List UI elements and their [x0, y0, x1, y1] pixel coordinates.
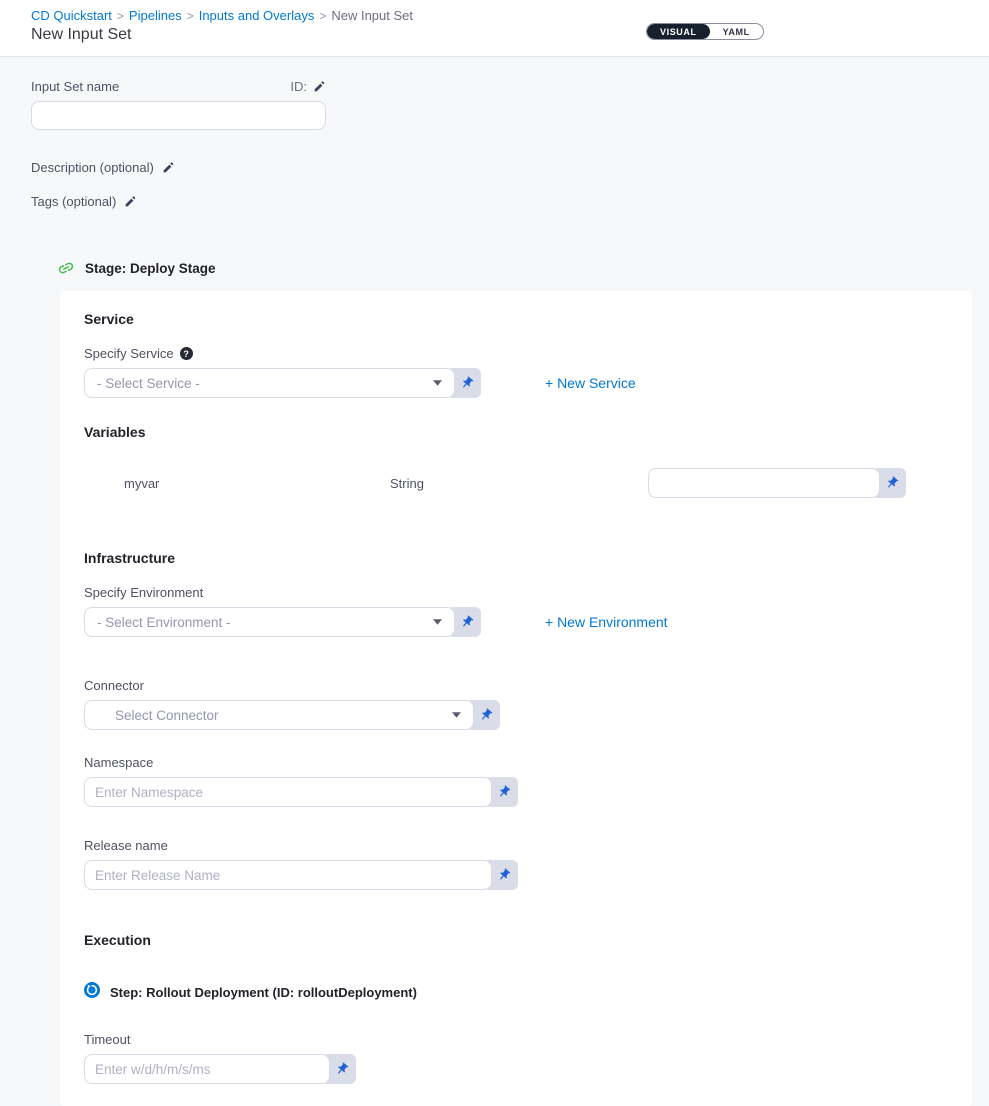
- infrastructure-heading: Infrastructure: [84, 550, 948, 566]
- specify-service-label-text: Specify Service: [84, 346, 174, 361]
- variable-value-input[interactable]: [648, 468, 880, 498]
- edit-description-icon[interactable]: [162, 161, 175, 174]
- chevron-down-icon: [433, 619, 442, 625]
- step-header-row: Step: Rollout Deployment (ID: rolloutDep…: [84, 982, 948, 1003]
- breadcrumb-link-pipelines[interactable]: Pipelines: [129, 8, 182, 23]
- specify-environment-label: Specify Environment: [84, 585, 948, 600]
- environment-select-placeholder: - Select Environment -: [97, 615, 231, 630]
- stage-header-row: Stage: Deploy Stage: [57, 259, 989, 277]
- description-toggle[interactable]: Description (optional): [31, 160, 989, 175]
- stage-inputs-card: Service Specify Service ? - Select Servi…: [60, 291, 972, 1106]
- namespace-input[interactable]: [84, 777, 492, 807]
- new-environment-link[interactable]: + New Environment: [545, 614, 668, 630]
- service-select[interactable]: - Select Service -: [84, 368, 455, 398]
- release-name-label: Release name: [84, 838, 948, 853]
- breadcrumb-current: New Input Set: [331, 8, 413, 23]
- timeout-label: Timeout: [84, 1032, 948, 1047]
- execution-heading: Execution: [84, 932, 948, 948]
- breadcrumb-link-inputs-and-overlays[interactable]: Inputs and Overlays: [199, 8, 315, 23]
- name-label-row: Input Set name ID:: [31, 79, 326, 94]
- stage-link-icon: [57, 259, 75, 277]
- variable-row: myvar String: [84, 468, 948, 498]
- step-label: Step: Rollout Deployment (ID: rolloutDep…: [110, 985, 417, 1000]
- variable-type: String: [390, 476, 648, 491]
- breadcrumb-separator: >: [187, 9, 194, 23]
- specify-service-label: Specify Service ?: [84, 346, 948, 361]
- id-label-group: ID:: [290, 79, 326, 94]
- breadcrumb: CD Quickstart > Pipelines > Inputs and O…: [31, 8, 989, 23]
- breadcrumb-separator: >: [117, 9, 124, 23]
- input-set-name-field[interactable]: [31, 101, 326, 130]
- connector-select-placeholder: Select Connector: [97, 708, 219, 723]
- tags-label: Tags (optional): [31, 194, 116, 209]
- toggle-visual[interactable]: VISUAL: [647, 24, 710, 39]
- connector-select[interactable]: Select Connector: [84, 700, 474, 730]
- breadcrumb-link-cd-quickstart[interactable]: CD Quickstart: [31, 8, 112, 23]
- connector-select-group: Select Connector: [84, 700, 500, 730]
- release-name-input-group: [84, 860, 518, 890]
- service-heading: Service: [84, 311, 948, 327]
- namespace-label: Namespace: [84, 755, 948, 770]
- variable-name: myvar: [124, 476, 390, 491]
- toggle-yaml[interactable]: YAML: [710, 24, 763, 39]
- variable-value-group: [648, 468, 906, 498]
- help-icon[interactable]: ?: [180, 347, 193, 360]
- description-label: Description (optional): [31, 160, 154, 175]
- chevron-down-icon: [433, 380, 442, 386]
- service-select-placeholder: - Select Service -: [97, 376, 200, 391]
- environment-select[interactable]: - Select Environment -: [84, 607, 455, 637]
- rollout-step-icon: [84, 982, 100, 1003]
- timeout-input[interactable]: [84, 1054, 330, 1084]
- release-name-input[interactable]: [84, 860, 492, 890]
- timeout-input-group: [84, 1054, 356, 1084]
- input-set-meta-form: Input Set name ID: Description (optional…: [0, 57, 989, 209]
- tags-toggle[interactable]: Tags (optional): [31, 194, 989, 209]
- page-title: New Input Set: [31, 26, 989, 44]
- edit-tags-icon[interactable]: [124, 195, 137, 208]
- service-select-group: - Select Service -: [84, 368, 481, 398]
- name-label: Input Set name: [31, 79, 119, 94]
- variables-heading: Variables: [84, 424, 948, 440]
- page-header: CD Quickstart > Pipelines > Inputs and O…: [0, 0, 989, 57]
- stage-label: Stage: Deploy Stage: [85, 261, 216, 276]
- environment-select-group: - Select Environment -: [84, 607, 481, 637]
- edit-id-icon[interactable]: [313, 80, 326, 93]
- id-label: ID:: [290, 79, 307, 94]
- new-service-link[interactable]: + New Service: [545, 375, 636, 391]
- breadcrumb-separator: >: [319, 9, 326, 23]
- connector-label: Connector: [84, 678, 948, 693]
- namespace-input-group: [84, 777, 518, 807]
- visual-yaml-toggle: VISUAL YAML: [646, 23, 764, 40]
- chevron-down-icon: [452, 712, 461, 718]
